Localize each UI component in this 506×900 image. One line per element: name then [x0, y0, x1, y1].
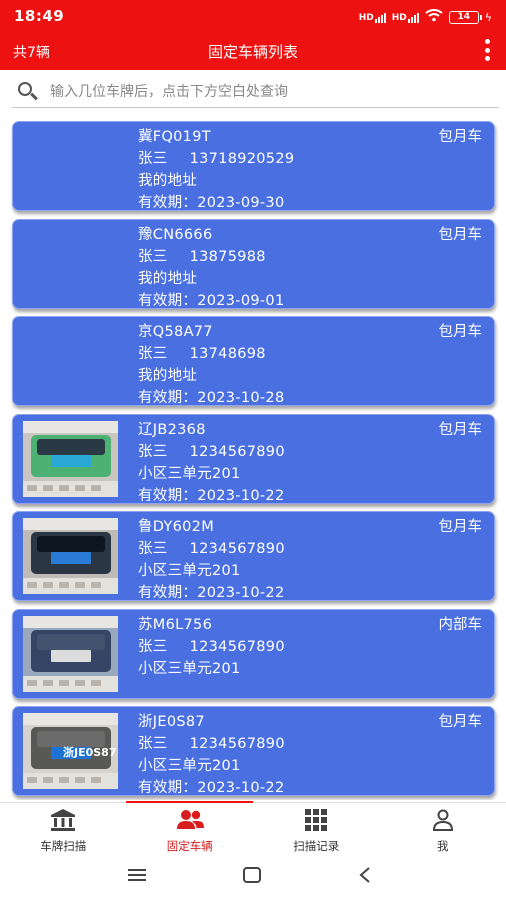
vehicle-type-badge: 包月车 — [438, 714, 483, 730]
status-icons: HD HD 14 ϟ — [359, 9, 492, 26]
bank-icon — [0, 805, 127, 835]
validity-date: 有效期：2023-09-30 — [138, 195, 285, 211]
validity-date: 有效期：2023-10-22 — [138, 780, 285, 796]
nav-label: 车牌扫描 — [40, 839, 87, 853]
status-time: 18:49 — [14, 7, 65, 25]
vehicle-photo: 浙JE0S87 — [23, 713, 118, 789]
owner-phone: 1234567890 — [189, 638, 285, 655]
more-menu-icon[interactable] — [483, 39, 491, 61]
app-bar: 共7辆 固定车辆列表 — [0, 34, 506, 70]
owner-phone: 13748698 — [189, 346, 266, 362]
owner-line: 张三 1234567890 — [138, 732, 285, 753]
vehicle-photo — [23, 615, 118, 692]
person-icon — [380, 805, 506, 835]
validity-date: 有效期：2023-10-22 — [138, 585, 285, 601]
nav-plate-scan[interactable]: 车牌扫描 — [0, 803, 127, 858]
nav-label: 我 — [437, 839, 449, 853]
vehicle-card[interactable]: 冀FQ019T 包月车张三 13718920529 我的地址有效期：2023-09-3… — [12, 121, 495, 211]
svg-text:浙JE0S87: 浙JE0S87 — [63, 745, 117, 759]
signal-icon: HD — [359, 12, 386, 23]
owner-address: 小区三单元201 — [138, 758, 241, 774]
owner-phone: 1234567890 — [189, 541, 285, 557]
nav-label: 扫描记录 — [293, 839, 340, 853]
vehicle-photo — [23, 518, 118, 594]
owner-name: 张三 — [138, 541, 168, 557]
plate-number: 鲁DY602M — [138, 519, 215, 535]
vehicle-card[interactable]: 苏M6L756 内部车张三 1234567890 小区三单元201 — [12, 608, 495, 699]
owner-address: 我的地址 — [138, 173, 198, 189]
vehicle-list[interactable]: 冀FQ019T 包月车 张三 13718920529 我的地址 有效期：2023-09-3… — [0, 118, 506, 800]
owner-phone: 1234567890 — [189, 443, 285, 460]
owner-address: 我的地址 — [138, 368, 198, 384]
nav-fixed-vehicles[interactable]: 固定车辆 — [127, 803, 254, 858]
vehicle-type-badge: 内部车 — [438, 616, 483, 633]
vehicle-card[interactable]: 辽JB2368 包月车张三 1234567890 小区三单元201 有效期：2023-1… — [12, 413, 495, 504]
bottom-nav: 车牌扫描 固定车辆 扫描记录 我 — [0, 801, 506, 858]
vehicle-type-badge: 包月车 — [438, 519, 483, 535]
plate-number: 苏M6L756 — [138, 616, 213, 633]
owner-name: 张三 — [138, 248, 168, 265]
owner-line: 张三 13718920529 — [138, 147, 294, 168]
vehicle-card[interactable]: 京Q58A77 包月车张三 13748698 我的地址有效期：2023-10-28 — [12, 316, 495, 406]
owner-line: 张三 1234567890 — [138, 537, 285, 558]
search-input[interactable] — [50, 80, 490, 104]
owner-line: 张三 1234567890 — [138, 635, 285, 656]
status-bar: 18:49 HD HD 14 ϟ — [0, 0, 506, 34]
page-title: 固定车辆列表 — [207, 43, 298, 61]
nav-label: 固定车辆 — [166, 839, 213, 853]
grid-icon — [253, 805, 380, 835]
owner-address: 小区三单元201 — [138, 465, 241, 482]
plate-number: 辽JB2368 — [138, 421, 206, 438]
home-icon[interactable] — [243, 866, 261, 886]
wifi-icon — [425, 9, 443, 26]
owner-phone: 13718920529 — [189, 151, 295, 167]
nav-me[interactable]: 我 — [380, 803, 506, 858]
vehicle-photo — [23, 420, 118, 497]
vehicle-card[interactable]: 鲁DY602M 包月车张三 1234567890 小区三单元201 有效期：2023-1… — [12, 511, 495, 601]
owner-name: 张三 — [138, 638, 168, 655]
plate-number: 豫CN6666 — [138, 226, 213, 243]
search-icon — [18, 82, 38, 102]
signal-icon-2: HD — [392, 12, 419, 23]
owner-address: 小区三单元201 — [138, 660, 241, 677]
system-nav-bar — [0, 858, 506, 900]
owner-line: 张三 13875988 — [138, 245, 266, 266]
back-icon[interactable] — [358, 866, 372, 886]
validity-date: 有效期：2023-10-22 — [138, 487, 285, 504]
validity-date: 有效期：2023-09-01 — [138, 292, 285, 309]
vehicle-type-badge: 包月车 — [438, 129, 483, 145]
vehicle-card[interactable]: 豫CN6666 包月车张三 13875988 我的地址有效期：2023-09-01 — [12, 218, 495, 309]
menu-icon[interactable] — [128, 866, 146, 886]
owner-address: 小区三单元201 — [138, 563, 241, 579]
plate-number: 浙JE0S87 — [138, 714, 205, 730]
owner-phone: 13875988 — [189, 248, 266, 265]
owner-name: 张三 — [138, 443, 168, 460]
owner-phone: 1234567890 — [189, 736, 285, 752]
battery-icon: 14 — [448, 11, 482, 24]
owner-name: 张三 — [138, 736, 168, 752]
vehicle-type-badge: 包月车 — [438, 324, 483, 340]
owner-name: 张三 — [138, 346, 168, 362]
owner-name: 张三 — [138, 151, 168, 167]
owner-address: 我的地址 — [138, 270, 198, 287]
search-bar — [12, 76, 499, 108]
plate-number: 京Q58A77 — [138, 324, 213, 340]
validity-date: 有效期：2023-10-28 — [138, 390, 285, 406]
charging-icon: ϟ — [484, 11, 492, 24]
users-icon — [127, 805, 254, 835]
plate-number: 冀FQ019T — [138, 129, 211, 145]
owner-line: 张三 1234567890 — [138, 440, 285, 461]
owner-line: 张三 13748698 — [138, 342, 266, 363]
vehicle-type-badge: 包月车 — [438, 421, 483, 438]
vehicle-type-badge: 包月车 — [438, 226, 483, 243]
nav-scan-records[interactable]: 扫描记录 — [253, 803, 380, 858]
vehicle-card[interactable]: 浙JE0S87 浙JE0S87 包月车张三 1234567890 小区三单元201 有效… — [12, 706, 495, 796]
